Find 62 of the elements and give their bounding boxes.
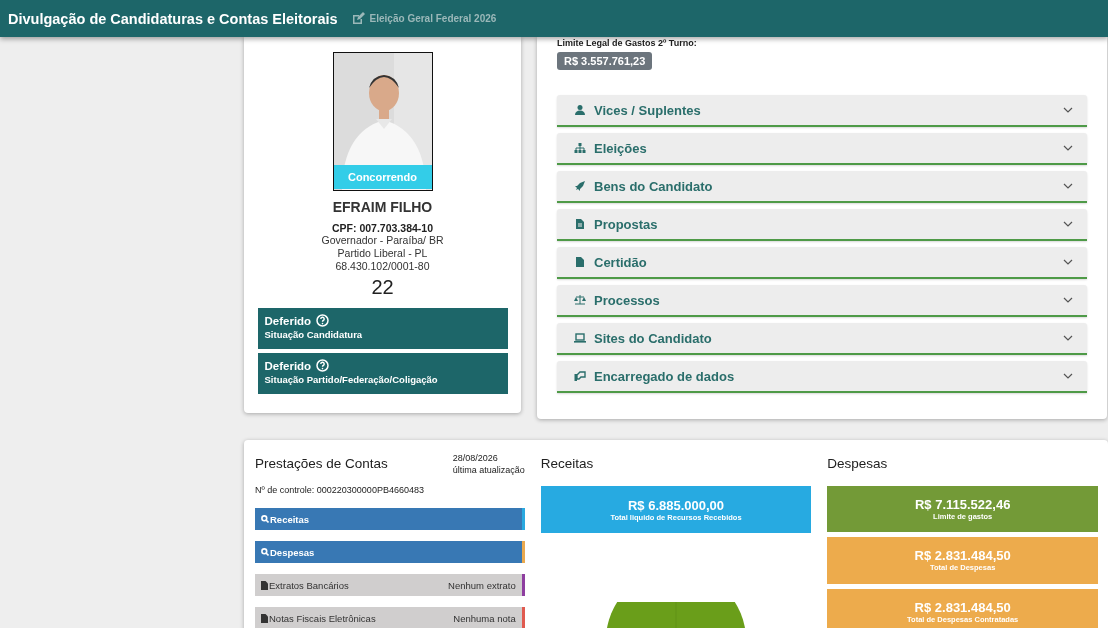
help-icon[interactable] bbox=[316, 314, 330, 327]
accordion-header[interactable]: Sites do Candidato bbox=[557, 323, 1087, 355]
chevron-icon bbox=[1063, 373, 1073, 379]
search-icon bbox=[261, 515, 269, 523]
accordion-header[interactable]: Propostas bbox=[557, 209, 1087, 241]
accordion-header[interactable]: Encarregado de dados bbox=[557, 361, 1087, 393]
chevron-icon bbox=[1063, 259, 1073, 265]
accordion-header[interactable]: Vices / Suplentes bbox=[557, 95, 1087, 127]
situation-status: Deferido bbox=[264, 314, 312, 327]
candidate-detail: Governador - Paraíba/ BR bbox=[321, 234, 444, 247]
candidate-cpf: CPF: 007.703.384-10 bbox=[332, 222, 433, 234]
search-icon bbox=[261, 548, 269, 556]
file-icon bbox=[574, 256, 586, 268]
expenses-title: Despesas bbox=[827, 456, 889, 471]
accounts-link[interactable]: Despesas bbox=[255, 541, 525, 563]
accordion-header[interactable]: Bens do Candidato bbox=[557, 171, 1087, 203]
chevron-icon bbox=[1063, 107, 1073, 113]
app-title: Divulgação de Candidaturas e Contas Eleitorais bbox=[8, 10, 338, 27]
candidate-detail: Partido Liberal - PL bbox=[337, 247, 428, 260]
scale-icon bbox=[574, 294, 586, 306]
help-icon[interactable] bbox=[316, 359, 330, 372]
chevron-icon bbox=[1063, 297, 1073, 303]
tile-value: R$ 2.831.484,50 bbox=[914, 548, 1011, 564]
candidate-detail: 68.430.102/0001-80 bbox=[335, 260, 430, 273]
edit-icon bbox=[351, 12, 365, 25]
candidate-name: EFRAIM FILHO bbox=[332, 199, 433, 215]
rocket-icon bbox=[574, 180, 586, 192]
tile-value: R$ 2.831.484,50 bbox=[914, 599, 1011, 615]
chevron-icon bbox=[1063, 335, 1073, 341]
update-date: 28/08/2026 bbox=[452, 452, 499, 464]
accordion-header[interactable]: Eleições bbox=[557, 133, 1087, 165]
situation-label: Situação Partido/Federação/Coligação bbox=[264, 374, 439, 385]
hand-icon bbox=[574, 370, 586, 382]
row-note: Nenhum extrato bbox=[448, 579, 516, 591]
limit-value: R$ 3.557.761,23 bbox=[557, 52, 653, 70]
row-note: Nenhuma nota bbox=[453, 612, 516, 624]
limit-label: Limite Legal de Gastos 2º Turno: bbox=[557, 38, 698, 48]
accordion-header[interactable]: Processos bbox=[557, 285, 1087, 317]
accounts-title: Prestações de Contas bbox=[255, 456, 388, 471]
tile-value: R$ 6.885.000,00 bbox=[627, 497, 725, 513]
status-badge: Concorrendo bbox=[333, 165, 432, 189]
file-icon bbox=[261, 580, 268, 590]
election-name: Eleição Geral Federal 2026 bbox=[369, 13, 497, 24]
laptop-icon bbox=[574, 332, 586, 344]
file-icon bbox=[261, 613, 268, 623]
situation-status: Deferido bbox=[264, 359, 312, 372]
situation-label: Situação Candidatura bbox=[264, 329, 364, 340]
sitemap-icon bbox=[574, 142, 586, 154]
person-icon bbox=[574, 104, 586, 116]
accounts-link[interactable]: Receitas bbox=[255, 508, 525, 530]
revenue-title: Receitas bbox=[540, 456, 595, 471]
document-icon bbox=[574, 218, 586, 230]
chevron-icon bbox=[1063, 145, 1073, 151]
chevron-icon bbox=[1063, 183, 1073, 189]
candidate-number: 22 bbox=[371, 276, 394, 299]
tile-value: R$ 7.115.522,46 bbox=[914, 497, 1011, 513]
chevron-icon bbox=[1063, 221, 1073, 227]
update-label: última atualização bbox=[452, 464, 525, 476]
control-number: Nº de controle: 000220300000PB4660483 bbox=[255, 485, 425, 495]
accounts-link[interactable]: Extratos Bancários Nenhum extrato bbox=[255, 574, 525, 596]
accounts-link[interactable]: Notas Fiscais Eletrônicas Nenhuma nota bbox=[255, 607, 525, 628]
accordion-header[interactable]: Certidão bbox=[557, 247, 1087, 279]
